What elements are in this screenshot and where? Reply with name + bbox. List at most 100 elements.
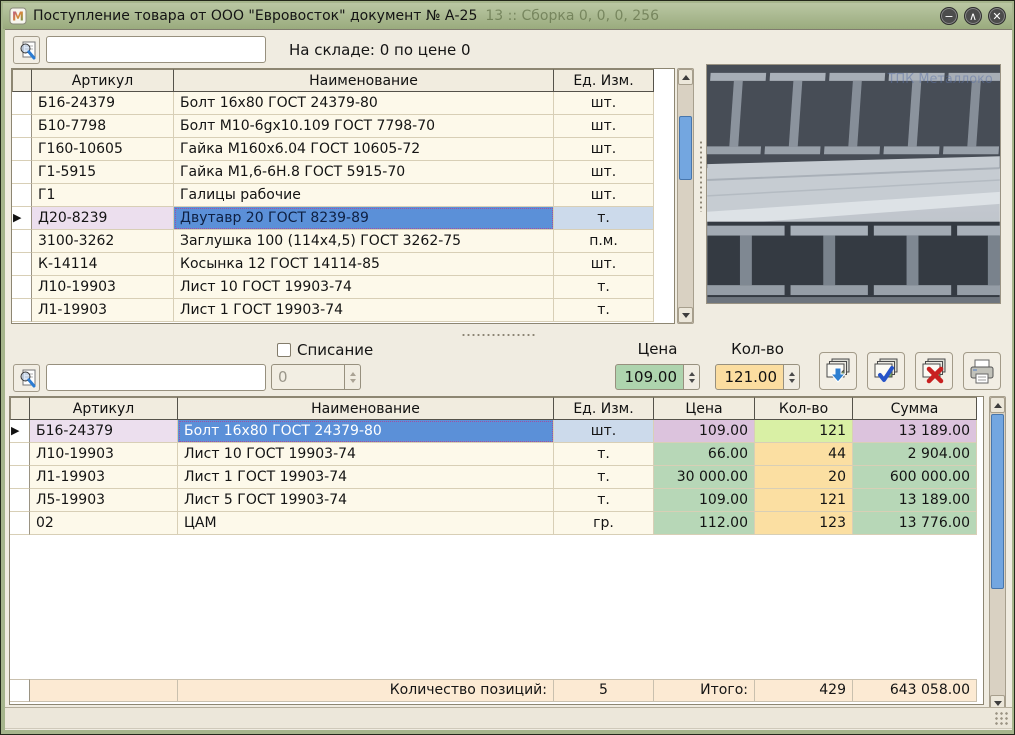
- unit-cell[interactable]: т.: [554, 299, 654, 322]
- resize-grip[interactable]: [994, 711, 1008, 725]
- unit-cell[interactable]: т.: [554, 207, 654, 230]
- article-cell[interactable]: Л5-19903: [30, 489, 178, 512]
- article-cell[interactable]: К-14114: [32, 253, 174, 276]
- unit-cell[interactable]: шт.: [554, 253, 654, 276]
- table-row[interactable]: Л1-19903Лист 1 ГОСТ 19903-74т.: [12, 299, 674, 322]
- column-header[interactable]: Артикул: [32, 69, 174, 92]
- quantity-cell[interactable]: 123: [755, 512, 853, 535]
- name-cell[interactable]: Лист 5 ГОСТ 19903-74: [178, 489, 554, 512]
- table-row[interactable]: Г160-10605Гайка М160х6.04 ГОСТ 10605-72ш…: [12, 138, 674, 161]
- article-cell[interactable]: Д20-8239: [32, 207, 174, 230]
- column-header[interactable]: Ед. Изм.: [554, 69, 654, 92]
- catalog-find-button[interactable]: [13, 36, 40, 64]
- name-cell[interactable]: Косынка 12 ГОСТ 14114-85: [174, 253, 554, 276]
- sum-cell[interactable]: 13 189.00: [853, 420, 977, 443]
- name-cell[interactable]: Галицы рабочие: [174, 184, 554, 207]
- price-cell[interactable]: 66.00: [654, 443, 755, 466]
- name-cell[interactable]: Болт 16х80 ГОСТ 24379-80: [174, 92, 554, 115]
- unit-cell[interactable]: шт.: [554, 138, 654, 161]
- unit-cell[interactable]: гр.: [554, 512, 654, 535]
- unit-cell[interactable]: шт.: [554, 161, 654, 184]
- sum-cell[interactable]: 600 000.00: [853, 466, 977, 489]
- table-row[interactable]: 3100-3262Заглушка 100 (114х4,5) ГОСТ 326…: [12, 230, 674, 253]
- quantity-cell[interactable]: 20: [755, 466, 853, 489]
- column-header[interactable]: Цена: [654, 397, 755, 420]
- document-find-button[interactable]: [13, 364, 40, 392]
- name-cell[interactable]: Болт М10-6gх10.109 ГОСТ 7798-70: [174, 115, 554, 138]
- table-row[interactable]: Г1Галицы рабочиешт.: [12, 184, 674, 207]
- scroll-down-button[interactable]: [678, 307, 693, 323]
- table-row[interactable]: Л5-19903Лист 5 ГОСТ 19903-74т.109.001211…: [10, 489, 983, 512]
- gutter-header[interactable]: [12, 69, 32, 92]
- table-row[interactable]: Б10-7798Болт М10-6gх10.109 ГОСТ 7798-70ш…: [12, 115, 674, 138]
- article-cell[interactable]: Б10-7798: [32, 115, 174, 138]
- sum-cell[interactable]: 13 189.00: [853, 489, 977, 512]
- article-cell[interactable]: Л10-19903: [30, 443, 178, 466]
- column-header[interactable]: Наименование: [178, 397, 554, 420]
- article-cell[interactable]: 02: [30, 512, 178, 535]
- name-cell[interactable]: Болт 16х80 ГОСТ 24379-80: [178, 420, 554, 443]
- unit-cell[interactable]: т.: [554, 443, 654, 466]
- name-cell[interactable]: Лист 1 ГОСТ 19903-74: [178, 466, 554, 489]
- catalog-search-input[interactable]: [46, 36, 266, 63]
- price-cell[interactable]: 112.00: [654, 512, 755, 535]
- name-cell[interactable]: Гайка М1,6-6Н.8 ГОСТ 5915-70: [174, 161, 554, 184]
- unit-cell[interactable]: шт.: [554, 92, 654, 115]
- article-cell[interactable]: Г160-10605: [32, 138, 174, 161]
- column-header[interactable]: Наименование: [174, 69, 554, 92]
- article-cell[interactable]: Б16-24379: [32, 92, 174, 115]
- print-button[interactable]: [963, 352, 1001, 390]
- sum-cell[interactable]: 13 776.00: [853, 512, 977, 535]
- name-cell[interactable]: Заглушка 100 (114х4,5) ГОСТ 3262-75: [174, 230, 554, 253]
- table-row[interactable]: К-14114Косынка 12 ГОСТ 14114-85шт.: [12, 253, 674, 276]
- name-cell[interactable]: Гайка М160х6.04 ГОСТ 10605-72: [174, 138, 554, 161]
- scrollbar-thumb[interactable]: [679, 116, 692, 180]
- price-cell[interactable]: 30 000.00: [654, 466, 755, 489]
- unit-cell[interactable]: т.: [554, 489, 654, 512]
- scroll-up-button[interactable]: [990, 397, 1005, 413]
- article-cell[interactable]: Г1: [32, 184, 174, 207]
- table-row[interactable]: 02ЦАМгр.112.0012313 776.00: [10, 512, 983, 535]
- name-cell[interactable]: Лист 10 ГОСТ 19903-74: [178, 443, 554, 466]
- gutter-header[interactable]: [10, 397, 30, 420]
- horizontal-splitter-handle[interactable]: [461, 333, 535, 337]
- column-header[interactable]: Артикул: [30, 397, 178, 420]
- article-cell[interactable]: Б16-24379: [30, 420, 178, 443]
- name-cell[interactable]: ЦАМ: [178, 512, 554, 535]
- column-header[interactable]: Ед. Изм.: [554, 397, 654, 420]
- unit-cell[interactable]: т.: [554, 466, 654, 489]
- maximize-button[interactable]: ∧: [964, 7, 982, 25]
- vertical-splitter-handle[interactable]: [699, 140, 703, 212]
- table-row[interactable]: Л10-19903Лист 10 ГОСТ 19903-74т.66.00442…: [10, 443, 983, 466]
- name-cell[interactable]: Лист 10 ГОСТ 19903-74: [174, 276, 554, 299]
- unit-cell[interactable]: шт.: [554, 184, 654, 207]
- catalog-scrollbar[interactable]: [677, 68, 694, 324]
- scrollbar-thumb[interactable]: [991, 414, 1004, 589]
- quantity-spinner[interactable]: [784, 364, 800, 390]
- unit-cell[interactable]: т.: [554, 276, 654, 299]
- delete-row-button[interactable]: [915, 352, 953, 390]
- table-row[interactable]: Л1-19903Лист 1 ГОСТ 19903-74т.30 000.002…: [10, 466, 983, 489]
- price-field[interactable]: 109.00: [615, 364, 684, 390]
- unit-cell[interactable]: шт.: [554, 115, 654, 138]
- scroll-up-button[interactable]: [678, 69, 693, 85]
- article-cell[interactable]: Л1-19903: [32, 299, 174, 322]
- document-scrollbar[interactable]: [989, 396, 1006, 712]
- close-button[interactable]: ✕: [988, 7, 1006, 25]
- table-row[interactable]: ▶Д20-8239Двутавр 20 ГОСТ 8239-89т.: [12, 207, 674, 230]
- quantity-cell[interactable]: 121: [755, 489, 853, 512]
- price-cell[interactable]: 109.00: [654, 420, 755, 443]
- table-row[interactable]: Б16-24379Болт 16х80 ГОСТ 24379-80шт.: [12, 92, 674, 115]
- document-search-input[interactable]: [46, 364, 266, 391]
- price-spinner[interactable]: [684, 364, 700, 390]
- quantity-field[interactable]: 121.00: [715, 364, 784, 390]
- column-header[interactable]: Кол-во: [755, 397, 853, 420]
- table-row[interactable]: Л10-19903Лист 10 ГОСТ 19903-74т.: [12, 276, 674, 299]
- name-cell[interactable]: Двутавр 20 ГОСТ 8239-89: [174, 207, 554, 230]
- table-row[interactable]: ▶Б16-24379Болт 16х80 ГОСТ 24379-80шт.109…: [10, 420, 983, 443]
- article-cell[interactable]: Л10-19903: [32, 276, 174, 299]
- unit-cell[interactable]: п.м.: [554, 230, 654, 253]
- apply-row-button[interactable]: [867, 352, 905, 390]
- price-cell[interactable]: 109.00: [654, 489, 755, 512]
- minimize-button[interactable]: −: [940, 7, 958, 25]
